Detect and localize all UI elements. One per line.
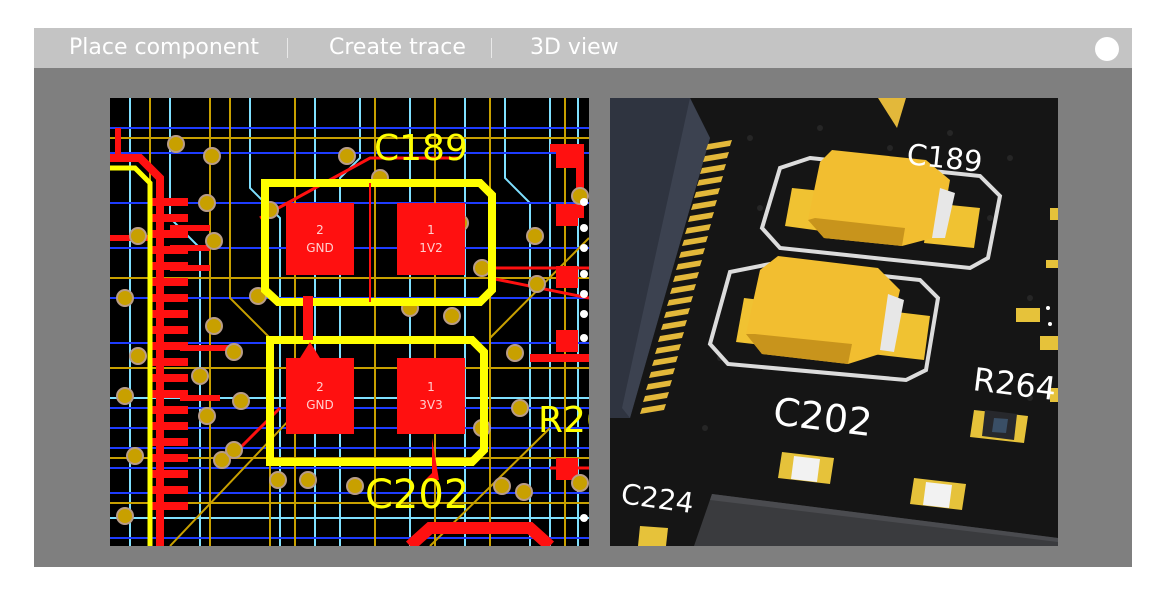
smd-part-body xyxy=(923,482,952,508)
pcb-design-app: Place component Create trace 3D view 2 G… xyxy=(34,28,1132,567)
smd-part-body xyxy=(791,456,820,482)
cyan-traces xyxy=(110,98,589,546)
tab-create-trace[interactable]: Create trace xyxy=(329,28,466,68)
c189-pad-2 xyxy=(286,203,354,275)
smd-part xyxy=(638,526,668,546)
tab-divider xyxy=(491,38,492,58)
toolbar: Place component Create trace 3D view xyxy=(34,28,1132,68)
pad-net-name: 3V3 xyxy=(419,398,442,412)
c189-pad-1 xyxy=(397,203,465,275)
refdes-c189: C189 xyxy=(374,128,468,169)
pad-net-name: GND xyxy=(306,241,334,255)
pcb-3d-view[interactable]: C189 C202 R264 C224 xyxy=(610,98,1058,546)
pad-net-name: GND xyxy=(306,398,334,412)
pad-notch xyxy=(300,342,320,358)
refdes-c202: C202 xyxy=(365,472,469,518)
circle-icon[interactable] xyxy=(1095,37,1119,61)
pcb-3d-canvas: C189 C202 R264 C224 xyxy=(610,98,1058,546)
c202-pad-2 xyxy=(286,358,354,434)
pad-number: 1 xyxy=(427,380,435,394)
tab-divider xyxy=(287,38,288,58)
c202-pad-1 xyxy=(397,358,465,434)
pad-net-name: 1V2 xyxy=(419,241,442,255)
gold-traces xyxy=(110,98,589,546)
r264-marking xyxy=(992,418,1008,433)
tab-3d-view[interactable]: 3D view xyxy=(530,28,619,68)
tab-place-component[interactable]: Place component xyxy=(69,28,259,68)
pcb-2d-canvas: 2 GND 1 1V2 2 GND 1 3V3 C189 C202 R26 xyxy=(110,98,589,546)
pad-number: 2 xyxy=(316,380,324,394)
refdes-r26: R26 xyxy=(538,400,589,441)
pad-number: 1 xyxy=(427,223,435,237)
pcb-2d-layout-view[interactable]: 2 GND 1 1V2 2 GND 1 3V3 C189 C202 R26 xyxy=(110,98,589,546)
pad-number: 2 xyxy=(316,223,324,237)
